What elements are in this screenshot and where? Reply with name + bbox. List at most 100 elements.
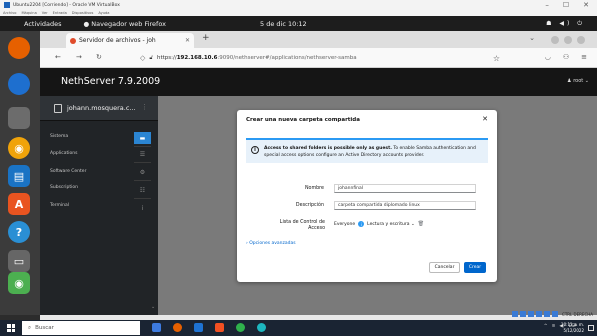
- menu-entrada[interactable]: Entrada: [53, 11, 67, 15]
- content-backdrop: Crear una nueva carpeta compartida ✕ i A…: [158, 96, 597, 315]
- software-dock-icon[interactable]: A: [8, 193, 30, 215]
- create-shared-folder-dialog: Crear una nueva carpeta compartida ✕ i A…: [237, 110, 497, 282]
- system-tray[interactable]: ☗ ◀) ⏻: [546, 20, 585, 28]
- collapse-sidebar-icon[interactable]: ⌄: [151, 304, 155, 310]
- url-host: 192.168.10.6: [176, 55, 218, 61]
- info-circle-icon: i: [251, 146, 259, 154]
- account-icon[interactable]: ⚇: [563, 53, 569, 61]
- new-tab-button[interactable]: +: [202, 33, 210, 43]
- menu-ver[interactable]: Ver: [42, 11, 48, 15]
- info-icon[interactable]: ⅰ: [134, 202, 151, 214]
- activities-button[interactable]: Actividades: [24, 20, 62, 28]
- pocket-icon[interactable]: ◡: [545, 53, 551, 61]
- nav-applications[interactable]: Applications: [50, 151, 78, 156]
- firefox-dock-icon[interactable]: [8, 37, 30, 59]
- shared-folder-status-icon[interactable]: [552, 311, 559, 317]
- bookmark-star-icon[interactable]: ☆: [493, 54, 500, 63]
- host-selector[interactable]: johann.mosquera.c... ⋮: [40, 96, 158, 121]
- description-field[interactable]: carpeta compartida diplomado linux: [334, 201, 476, 210]
- nethserver-sidebar: johann.mosquera.c... ⋮ Sistema Applicati…: [40, 96, 158, 315]
- dialog-close-icon[interactable]: ✕: [482, 115, 488, 123]
- ubuntu-dock: ◉ ▤ A ? ▭ ◉: [0, 31, 40, 315]
- settings-icon[interactable]: ⚙: [134, 166, 151, 178]
- menu-maquina[interactable]: Máquina: [21, 11, 36, 15]
- vbox-window-title: Ubuntu2204 [Corriendo] - Oracle VM Virtu…: [13, 2, 120, 8]
- create-button[interactable]: Crear: [464, 262, 486, 273]
- network-status-icon[interactable]: [536, 311, 543, 317]
- lock-icon: 🔓︎: [149, 54, 153, 61]
- tab-file-server[interactable]: Servidor de archivos - joh ✕: [66, 33, 194, 48]
- forward-arrow-icon[interactable]: →: [76, 53, 82, 61]
- info-icon: i: [358, 221, 365, 227]
- tray-chevron-icon[interactable]: ^: [544, 324, 548, 329]
- writer-dock-icon[interactable]: ▤: [8, 165, 30, 187]
- menu-archivo[interactable]: Archivo: [3, 11, 16, 15]
- edge-taskbar-icon[interactable]: [257, 323, 266, 332]
- menu-ayuda[interactable]: Ayuda: [98, 11, 109, 15]
- windows-start-icon[interactable]: [7, 324, 15, 332]
- wifi-icon[interactable]: ≋: [552, 324, 556, 329]
- windows-clock[interactable]: 10:11 a. m. 5/12/2022: [561, 322, 584, 334]
- advanced-options-toggle[interactable]: › Opciones avanzadas: [246, 241, 296, 246]
- users-icon[interactable]: ☷: [134, 184, 151, 196]
- url-bar[interactable]: ◇ 🔓︎ https:// 192.168.10.6 :9090/nethser…: [140, 51, 500, 65]
- virtualbox-icon: [4, 2, 10, 8]
- host-key-label: CTRL DERECHA: [562, 311, 593, 317]
- nav-software-center[interactable]: Software Center: [50, 169, 86, 174]
- settings-taskbar-icon[interactable]: [194, 323, 203, 332]
- ff-minimize-button[interactable]: [551, 36, 559, 44]
- taskbar-apps: [152, 323, 266, 332]
- optical-status-icon[interactable]: [520, 311, 527, 317]
- acl-permission-select[interactable]: Lectura y escritura ⌄: [367, 222, 415, 227]
- trash-icon[interactable]: 🗑︎: [418, 221, 424, 227]
- dialog-title: Crear una nueva carpeta compartida: [246, 117, 360, 123]
- user-menu[interactable]: ♟ root ⌄: [567, 78, 589, 84]
- minimize-button[interactable]: –: [545, 1, 549, 9]
- ff-close-button[interactable]: [577, 36, 585, 44]
- ff-maximize-button[interactable]: [564, 36, 572, 44]
- app-icon-rail: ▬ ☰ ⚙ ☷ ⅰ: [134, 132, 151, 242]
- taskbar-search[interactable]: ⌕ Buscar: [22, 321, 140, 335]
- list-icon[interactable]: ☰: [134, 148, 151, 160]
- tab-list-chevron-icon[interactable]: ⌄: [529, 34, 535, 42]
- host-name: johann.mosquera.c...: [67, 104, 136, 112]
- server-icon: [54, 104, 62, 113]
- disk-dock-icon[interactable]: ▭: [8, 250, 30, 272]
- firefox-navbar: ← → ↻ ◇ 🔓︎ https:// 192.168.10.6 :9090/n…: [40, 48, 597, 68]
- menu-dispositivos[interactable]: Dispositivos: [72, 11, 94, 15]
- trash-dock-icon[interactable]: ◉: [8, 272, 30, 294]
- maximize-button[interactable]: ☐: [563, 1, 569, 9]
- description-label: Descripción: [295, 203, 324, 208]
- hdd-status-icon[interactable]: [512, 311, 519, 317]
- nav-subscription[interactable]: Subscription: [50, 185, 78, 190]
- thunderbird-dock-icon[interactable]: [8, 73, 30, 95]
- name-field[interactable]: johannfinal: [334, 184, 476, 193]
- folder-icon[interactable]: ▬: [134, 132, 151, 144]
- back-arrow-icon[interactable]: ←: [55, 53, 61, 61]
- firefox-tabbar: Servidor de archivos - joh ✕ + ⌄: [40, 31, 597, 48]
- cancel-button[interactable]: Cancelar: [429, 262, 460, 273]
- reload-icon[interactable]: ↻: [96, 53, 102, 61]
- task-view-icon[interactable]: [152, 323, 161, 332]
- nav-terminal[interactable]: Terminal: [50, 203, 69, 208]
- search-icon: ⌕: [28, 324, 32, 331]
- nethserver-brand: NethServer 7.9.2009: [61, 76, 161, 87]
- nethserver-header: NethServer 7.9.2009 ♟ root ⌄: [40, 68, 597, 96]
- files-dock-icon[interactable]: [8, 107, 30, 129]
- close-button[interactable]: ✕: [583, 1, 589, 9]
- host-menu-icon[interactable]: ⋮: [141, 103, 148, 111]
- acl-principal: Everyone: [334, 221, 356, 227]
- app-taskbar-icon[interactable]: [236, 323, 245, 332]
- help-dock-icon[interactable]: ?: [8, 221, 30, 243]
- gnome-clock[interactable]: 5 de dic 10:12: [260, 20, 307, 28]
- nav-sistema[interactable]: Sistema: [50, 134, 68, 139]
- usb-status-icon[interactable]: [544, 311, 551, 317]
- notification-icon[interactable]: [588, 325, 594, 331]
- rhythmbox-dock-icon[interactable]: ◉: [8, 137, 30, 159]
- app-menu[interactable]: ● Navegador web Firefox: [84, 20, 166, 28]
- audio-status-icon[interactable]: [528, 311, 535, 317]
- office-taskbar-icon[interactable]: [215, 323, 224, 332]
- firefox-taskbar-icon[interactable]: [173, 323, 182, 332]
- tab-close-icon[interactable]: ✕: [185, 37, 190, 44]
- menu-icon[interactable]: ≡: [581, 53, 587, 61]
